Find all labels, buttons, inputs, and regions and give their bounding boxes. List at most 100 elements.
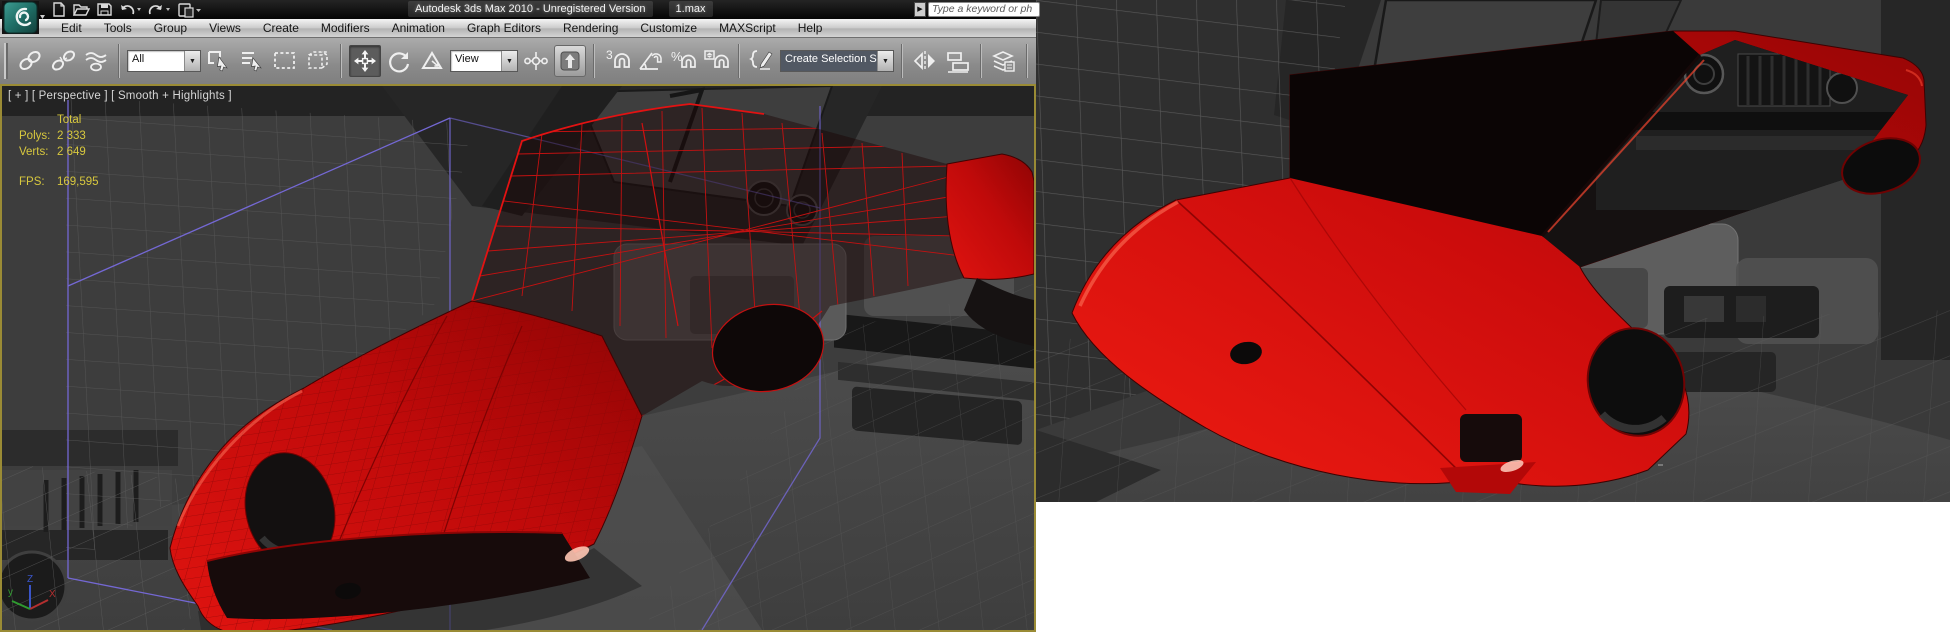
menu-group[interactable]: Group — [143, 21, 198, 35]
window-title-version: - Unregistered Version — [536, 3, 645, 15]
y-axis-label: y — [8, 587, 13, 598]
select-and-rotate-button[interactable] — [384, 46, 414, 76]
toolbar-separator — [1026, 44, 1028, 78]
selection-region-icon — [272, 48, 298, 74]
new-scene-button[interactable] — [52, 2, 66, 17]
screenshot-canvas: Autodesk 3ds Max 2010 - Unregistered Ver… — [0, 0, 1950, 638]
named-selection-sets-value: Create Selection Se — [781, 51, 877, 71]
stats-fps-label: FPS: — [2, 174, 57, 190]
align-button[interactable] — [943, 46, 973, 76]
pivot-center-icon — [523, 48, 549, 74]
menubar: Edit Tools Group Views Create Modifiers … — [0, 19, 1036, 37]
right-viewport-scene[interactable] — [1036, 0, 1950, 502]
edit-named-selection-sets-button[interactable] — [747, 46, 777, 76]
window-title: Autodesk 3ds Max 2010 - Unregistered Ver… — [408, 1, 713, 17]
menu-tools[interactable]: Tools — [93, 21, 143, 35]
toolbar-drag-handle[interactable] — [4, 43, 8, 79]
stats-polys-label: Polys: — [2, 128, 57, 144]
menu-edit[interactable]: Edit — [50, 21, 93, 35]
y-axis-line — [12, 601, 30, 609]
rotate-circle-icon — [386, 48, 412, 74]
use-pivot-point-center-button[interactable] — [521, 46, 551, 76]
redo-button[interactable] — [148, 2, 170, 17]
perspective-viewport[interactable]: [ + ] [ Perspective ] [ Smooth + Highlig… — [0, 84, 1036, 632]
menu-customize[interactable]: Customize — [629, 21, 708, 35]
angle-snap-button[interactable] — [635, 46, 665, 76]
application-menu-arrow-icon[interactable] — [40, 15, 45, 19]
angle-snap-icon — [636, 47, 664, 75]
layer-manager-button[interactable] — [989, 46, 1019, 76]
shaded-viewport-screenshot — [1036, 0, 1950, 502]
main-toolbar: All ▼ — [0, 37, 1036, 84]
layers-icon — [991, 48, 1017, 74]
set-project-folder-button[interactable] — [177, 2, 201, 18]
rectangular-selection-region-button[interactable] — [270, 46, 300, 76]
selection-filter-value: All — [128, 51, 184, 71]
select-object-button[interactable] — [204, 46, 234, 76]
select-and-link-button[interactable] — [15, 46, 45, 76]
selection-filter-dropdown[interactable]: All ▼ — [127, 50, 201, 72]
viewport-label[interactable]: [ + ] [ Perspective ] [ Smooth + Highlig… — [8, 90, 232, 102]
redo-dropdown-icon[interactable] — [166, 8, 170, 11]
mirror-icon — [912, 48, 938, 74]
rear-fender — [946, 154, 1034, 279]
open-folder-icon — [74, 9, 89, 15]
align-icon — [945, 48, 971, 74]
move-arrows-icon — [352, 48, 378, 74]
statistics-overlay: Total Polys:2 333 Verts:2 649 FPS:169,59… — [2, 112, 99, 190]
stats-verts-label: Verts: — [2, 144, 57, 160]
named-selection-sets-dropdown[interactable]: Create Selection Se ▼ — [780, 50, 894, 72]
magnet-icon — [615, 54, 629, 67]
menu-help[interactable]: Help — [787, 21, 834, 35]
bind-to-space-warp-button[interactable] — [81, 46, 111, 76]
menu-views[interactable]: Views — [198, 21, 252, 35]
axis-gizmo: Z X y — [6, 573, 56, 624]
select-by-name-button[interactable] — [237, 46, 267, 76]
spinner-snap-button[interactable] — [701, 46, 731, 76]
select-cursor-icon — [206, 48, 232, 74]
menu-maxscript[interactable]: MAXScript — [708, 21, 787, 35]
stats-fps-value: 169,595 — [57, 174, 99, 190]
open-file-button[interactable] — [73, 2, 90, 17]
magnet-icon — [682, 56, 695, 68]
toolbar-separator — [118, 44, 120, 78]
select-and-uniform-scale-button[interactable] — [417, 46, 447, 76]
dropdown-arrow-icon[interactable]: ▼ — [877, 51, 893, 71]
mirror-button[interactable] — [910, 46, 940, 76]
qat-overflow-icon[interactable] — [196, 9, 201, 12]
snaps-toggle-button[interactable]: 3 — [602, 46, 632, 76]
dropdown-arrow-icon[interactable]: ▼ — [184, 51, 200, 71]
stats-polys-value: 2 333 — [57, 128, 86, 144]
spinner-snap-icon — [702, 47, 730, 75]
save-file-button[interactable] — [97, 2, 112, 17]
select-and-move-button[interactable] — [349, 45, 381, 77]
link-chain-icon — [17, 48, 43, 74]
window-title-file: 1.max — [669, 1, 713, 17]
window-crossing-button[interactable] — [303, 46, 333, 76]
menu-graph-editors[interactable]: Graph Editors — [456, 21, 552, 35]
named-selection-sets-icon — [749, 48, 775, 74]
reference-coordinate-dropdown[interactable]: View ▼ — [450, 50, 518, 72]
unlink-selection-button[interactable] — [48, 46, 78, 76]
undo-dropdown-icon[interactable] — [137, 8, 141, 11]
select-by-name-icon — [239, 48, 265, 74]
application-button[interactable] — [2, 1, 46, 34]
percent-snap-button[interactable]: % — [668, 46, 698, 76]
dropdown-arrow-icon[interactable]: ▼ — [501, 51, 517, 71]
toolbar-separator — [593, 44, 595, 78]
x-axis-line — [30, 600, 48, 609]
infocenter-expand-icon[interactable]: ▶ — [914, 2, 926, 17]
menu-create[interactable]: Create — [252, 21, 310, 35]
left-viewport-scene[interactable] — [2, 86, 1034, 630]
stats-header: Total — [57, 112, 81, 128]
menu-animation[interactable]: Animation — [381, 21, 456, 35]
infocenter-search-input[interactable]: Type a keyword or ph — [928, 2, 1040, 17]
undo-button[interactable] — [119, 2, 141, 17]
menu-modifiers[interactable]: Modifiers — [310, 21, 381, 35]
grille-opening — [1460, 414, 1522, 462]
select-and-manipulate-button[interactable] — [554, 45, 586, 77]
quick-access-toolbar — [52, 1, 201, 18]
window-title-app: Autodesk 3ds Max 2010 — [415, 3, 533, 15]
menu-rendering[interactable]: Rendering — [552, 21, 629, 35]
toolbar-separator — [980, 44, 982, 78]
